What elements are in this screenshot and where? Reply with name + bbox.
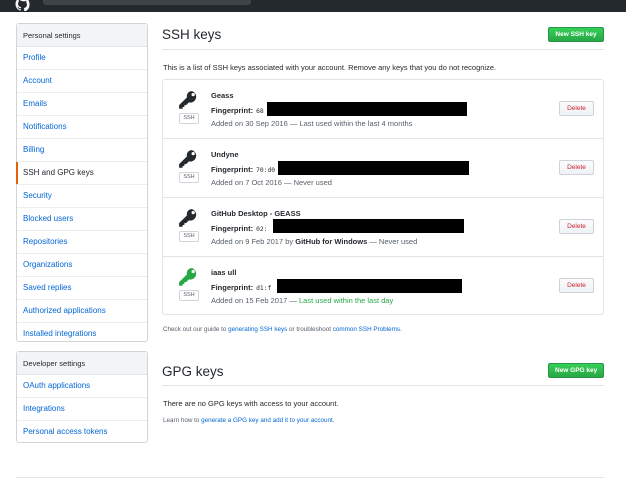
- gpg-note-prefix: Learn how to: [163, 417, 202, 424]
- ssh-note-middle: or troubleshoot: [287, 326, 333, 333]
- no-gpg-keys-text: There are no GPG keys with access to you…: [163, 399, 339, 408]
- sidebar-item-profile[interactable]: Profile: [17, 47, 147, 70]
- sidebar-item-security[interactable]: Security: [17, 185, 147, 208]
- key-icon: [179, 91, 197, 109]
- footer-divider: [16, 477, 604, 478]
- developer-settings-heading: Developer settings: [17, 352, 147, 375]
- sidebar-item-repositories[interactable]: Repositories: [17, 231, 147, 254]
- ssh-intro-text: This is a list of SSH keys associated wi…: [163, 63, 497, 72]
- delete-key-button[interactable]: Delete: [559, 278, 594, 293]
- sidebar-item-integrations[interactable]: Integrations: [17, 398, 147, 421]
- sidebar-item-notifications[interactable]: Notifications: [17, 116, 147, 139]
- ssh-badge: SSH: [179, 172, 199, 183]
- sidebar-item-ssh-and-gpg-keys[interactable]: SSH and GPG keys: [16, 162, 147, 185]
- key-title: GitHub Desktop - GEASS: [211, 209, 301, 218]
- sidebar-item-installed-integrations[interactable]: Installed integrations: [17, 323, 147, 346]
- key-meta-separator: —: [287, 296, 299, 305]
- ssh-help-note: Check out our guide to generating SSH ke…: [163, 326, 402, 333]
- redaction-bar: [267, 102, 467, 116]
- delete-key-button[interactable]: Delete: [559, 219, 594, 234]
- key-last-used: Never used: [293, 178, 332, 187]
- sidebar-item-authorized-applications[interactable]: Authorized applications: [17, 300, 147, 323]
- ssh-note-suffix: .: [399, 326, 402, 333]
- ssh-badge: SSH: [179, 231, 199, 242]
- sidebar-item-account[interactable]: Account: [17, 70, 147, 93]
- ssh-key-row: SSH GitHub Desktop - GEASS Fingerprint: 02:…: [163, 198, 603, 257]
- sidebar-item-saved-replies[interactable]: Saved replies: [17, 277, 147, 300]
- fingerprint-value: 70:d0: [256, 167, 276, 174]
- key-icon: [179, 268, 197, 286]
- key-icon: [179, 150, 197, 168]
- key-fingerprint: Fingerprint: 68: [211, 106, 264, 115]
- search-input[interactable]: [43, 0, 251, 5]
- gpg-keys-title: GPG keys: [162, 364, 224, 379]
- new-gpg-key-button[interactable]: New GPG key: [548, 363, 604, 378]
- personal-settings-heading: Personal settings: [17, 24, 147, 47]
- redaction-bar: [273, 219, 464, 233]
- key-added-via: GitHub for Windows: [295, 237, 368, 246]
- sidebar-item-blocked-users[interactable]: Blocked users: [17, 208, 147, 231]
- fingerprint-label: Fingerprint:: [211, 165, 254, 174]
- key-last-used: Last used within the last 4 months: [299, 119, 413, 128]
- ssh-key-row: SSH Geass Fingerprint: 68 Added on 30 Sep 20…: [163, 80, 603, 139]
- ssh-keys-title: SSH keys: [162, 27, 222, 42]
- key-meta: Added on 30 Sep 2016 — Last used within …: [211, 119, 412, 128]
- key-title: Undyne: [211, 150, 239, 159]
- ssh-note-prefix: Check out our guide to: [163, 326, 229, 333]
- ssh-title-divider: [162, 49, 604, 50]
- sidebar-item-emails[interactable]: Emails: [17, 93, 147, 116]
- key-fingerprint: Fingerprint: 70:d0: [211, 165, 275, 174]
- sidebar-item-billing[interactable]: Billing: [17, 139, 147, 162]
- key-title: iaas ull: [211, 268, 237, 277]
- key-meta-separator: —: [367, 237, 379, 246]
- key-fingerprint: Fingerprint: d1:f: [211, 283, 271, 292]
- key-meta: Added on 7 Oct 2016 — Never used: [211, 178, 332, 187]
- github-logo-icon[interactable]: [14, 0, 31, 11]
- sidebar-item-organizations[interactable]: Organizations: [17, 254, 147, 277]
- ssh-badge: SSH: [179, 113, 199, 124]
- key-last-used: Never used: [378, 237, 418, 246]
- key-added-date: Added on 30 Sep 2016: [211, 119, 288, 128]
- gpg-note-suffix: .: [332, 417, 335, 424]
- fingerprint-value: 02:: [256, 226, 268, 233]
- ssh-key-row: SSH Undyne Fingerprint: 70:d0 Added on 7 Oct…: [163, 139, 603, 198]
- delete-key-button[interactable]: Delete: [559, 101, 594, 116]
- personal-settings-menu: Personal settings Profile Account Emails No…: [16, 23, 148, 342]
- key-last-used: Last used within the last day: [299, 296, 394, 305]
- key-added-date: Added on 9 Feb 2017 by: [211, 237, 296, 246]
- ssh-key-row: SSH iaas ull Fingerprint: d1:f Added on 15 F…: [163, 257, 603, 315]
- common-ssh-problems-link[interactable]: common SSH Problems: [333, 326, 400, 333]
- key-added-date: Added on 7 Oct 2016: [211, 178, 282, 187]
- key-fingerprint: Fingerprint: 02:: [211, 224, 267, 233]
- generating-ssh-keys-link[interactable]: generating SSH keys: [228, 326, 287, 333]
- top-navigation-bar: [0, 0, 626, 12]
- key-icon: [179, 209, 197, 227]
- redaction-bar: [278, 161, 469, 175]
- generate-gpg-key-link[interactable]: generate a GPG key and add it to your ac…: [201, 417, 333, 424]
- developer-settings-menu: Developer settings OAuth applications Int…: [16, 351, 148, 443]
- ssh-key-list: SSH Geass Fingerprint: 68 Added on 30 Sep 20…: [162, 79, 604, 315]
- fingerprint-value: 68: [256, 108, 264, 115]
- new-ssh-key-button[interactable]: New SSH key: [548, 27, 604, 42]
- ssh-badge: SSH: [179, 290, 199, 301]
- key-meta: Added on 9 Feb 2017 by GitHub for Window…: [211, 237, 417, 246]
- gpg-help-note: Learn how to generate a GPG key and add …: [163, 417, 335, 424]
- fingerprint-label: Fingerprint:: [211, 283, 254, 292]
- key-title: Geass: [211, 91, 234, 100]
- fingerprint-label: Fingerprint:: [211, 224, 254, 233]
- sidebar-item-personal-access-tokens[interactable]: Personal access tokens: [17, 421, 147, 444]
- key-meta: Added on 15 Feb 2017 — Last used within …: [211, 296, 393, 305]
- key-meta-separator: —: [281, 178, 294, 187]
- redaction-bar: [277, 279, 462, 293]
- gpg-title-divider: [162, 385, 604, 386]
- sidebar-item-oauth-applications[interactable]: OAuth applications: [17, 375, 147, 398]
- fingerprint-label: Fingerprint:: [211, 106, 254, 115]
- key-added-date: Added on 15 Feb 2017: [211, 296, 288, 305]
- fingerprint-value: d1:f: [256, 285, 272, 292]
- delete-key-button[interactable]: Delete: [559, 160, 594, 175]
- key-meta-separator: —: [287, 119, 300, 128]
